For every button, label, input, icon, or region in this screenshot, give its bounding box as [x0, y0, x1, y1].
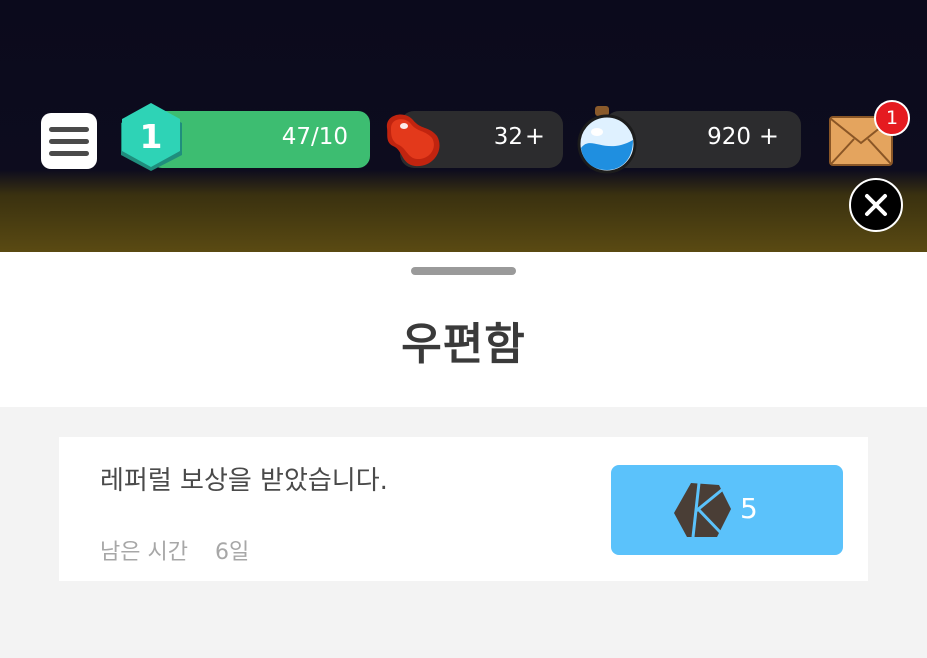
level-number: 1: [139, 117, 163, 156]
sheet-drag-handle[interactable]: [411, 267, 516, 275]
game-hud: 47/10 1 32 + 920 + 1: [0, 0, 927, 252]
mail-notification-badge: 1: [874, 100, 910, 136]
mail-message: 레퍼럴 보상을 받았습니다.: [100, 466, 388, 496]
mail-item: 레퍼럴 보상을 받았습니다. 남은 시간 6일 5: [59, 437, 868, 581]
claim-reward-button[interactable]: 5: [611, 465, 843, 555]
level-badge: 1: [118, 103, 188, 175]
beans-value: 32: [493, 124, 523, 150]
experience-text: 47/10: [281, 124, 348, 150]
remaining-time-label: 남은 시간: [100, 540, 188, 565]
hamburger-menu-icon: [49, 126, 89, 132]
background-blurred-area: [340, 214, 590, 250]
reward-amount: 5: [740, 492, 758, 525]
beans-add-button[interactable]: +: [525, 122, 545, 150]
potion-bottle-icon: [577, 106, 637, 174]
potion-value: 920: [707, 124, 751, 150]
mailbox-sheet-header: 우편함: [0, 252, 927, 407]
close-icon: [865, 194, 887, 216]
mailbox-title: 우편함: [401, 319, 526, 370]
k-coin-icon: [674, 482, 731, 538]
remaining-time-value: 6일: [215, 540, 250, 565]
menu-button[interactable]: [41, 113, 97, 169]
close-button[interactable]: [849, 178, 903, 232]
red-bean-icon: [386, 114, 440, 167]
potion-add-button[interactable]: +: [759, 122, 779, 150]
